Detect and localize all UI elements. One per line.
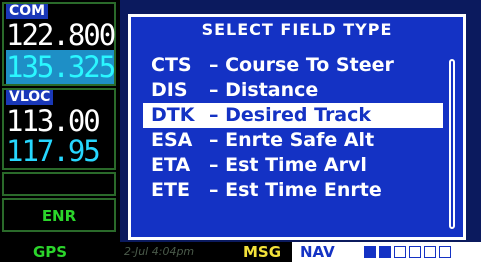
- bottom-status-bar: GPS 2-Jul 4:04pm MSG NAV: [0, 242, 481, 262]
- nav-indicator: NAV: [292, 242, 481, 262]
- item-label: – Distance: [209, 79, 319, 101]
- list-item-dtk-selected[interactable]: DTK – Desired Track: [143, 103, 443, 128]
- com-active-frequency: 122.800: [6, 18, 116, 52]
- item-code: ETE: [151, 179, 190, 201]
- radio-panel: COM 122.800 135.325 VLOC 113.00 117.95 E…: [0, 0, 120, 242]
- scrollbar[interactable]: [449, 59, 455, 229]
- list-item-dis[interactable]: DIS – Distance: [143, 78, 443, 103]
- com-tag: COM: [6, 4, 49, 19]
- cdi-bar-icon: [364, 245, 472, 259]
- list-item-esa[interactable]: ESA – Enrte Safe Alt: [143, 128, 443, 153]
- item-label: – Est Time Arvl: [209, 154, 367, 176]
- vloc-frequency-box[interactable]: VLOC 113.00 117.95: [2, 88, 116, 170]
- item-code: CTS: [151, 54, 192, 76]
- field-type-list: CTS – Course To Steer DIS – Distance DTK – …: [143, 53, 443, 203]
- vloc-active-frequency: 113.00: [6, 104, 101, 138]
- item-label: – Est Time Enrte: [209, 179, 382, 201]
- status-box: [2, 172, 116, 196]
- time-readout: 2-Jul 4:04pm: [124, 245, 195, 258]
- list-item-cts[interactable]: CTS – Course To Steer: [143, 53, 443, 78]
- item-label: – Course To Steer: [209, 54, 394, 76]
- popup-title: SELECT FIELD TYPE: [201, 20, 393, 39]
- mode-box: ENR: [2, 198, 116, 232]
- item-label: – Desired Track: [209, 104, 372, 126]
- list-item-eta[interactable]: ETA – Est Time Arvl: [143, 153, 443, 178]
- gps-annunciator: GPS: [2, 242, 98, 262]
- item-label: – Enrte Safe Alt: [209, 129, 375, 151]
- msg-annunciator[interactable]: MSG: [232, 242, 292, 262]
- vloc-tag: VLOC: [6, 90, 54, 105]
- vloc-standby-frequency[interactable]: 117.95: [6, 134, 101, 168]
- item-code: DIS: [151, 79, 188, 101]
- com-frequency-box[interactable]: COM 122.800 135.325: [2, 2, 116, 86]
- nav-label: NAV: [300, 243, 335, 261]
- list-item-ete[interactable]: ETE – Est Time Enrte: [143, 178, 443, 203]
- item-code: ESA: [151, 129, 193, 151]
- com-standby-frequency[interactable]: 135.325: [6, 50, 116, 84]
- select-field-type-window: SELECT FIELD TYPE CTS – Course To Steer D…: [128, 14, 466, 240]
- item-code: DTK: [151, 104, 195, 126]
- mode-annunciator: ENR: [41, 207, 77, 225]
- gps-screen: COM 122.800 135.325 VLOC 113.00 117.95 E…: [0, 0, 481, 262]
- item-code: ETA: [151, 154, 191, 176]
